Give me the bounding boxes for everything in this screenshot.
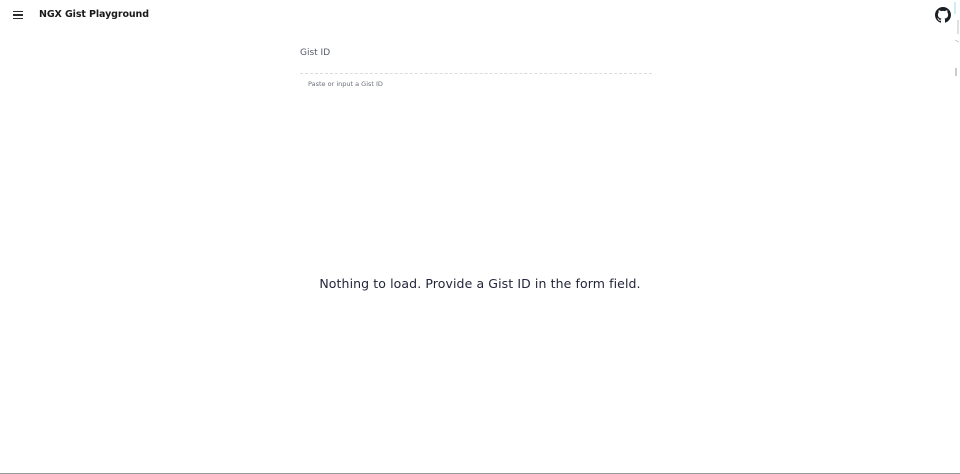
top-toolbar: NGX Gist Playground [0,0,960,76]
gist-id-hint: Paste or input a Gist ID [308,80,383,88]
gist-id-label: Gist ID [300,48,331,58]
github-icon[interactable] [935,7,951,23]
app-title: NGX Gist Playground [39,9,149,20]
edge-artifact [954,2,960,76]
app-page: NGX Gist Playground Gist ID Paste or inp… [0,0,960,474]
gist-id-form: Gist ID Paste or input a Gist ID [300,48,652,88]
menu-icon[interactable] [10,7,26,23]
gist-id-input[interactable] [300,63,652,74]
empty-state-message: Nothing to load. Provide a Gist ID in th… [319,276,641,291]
